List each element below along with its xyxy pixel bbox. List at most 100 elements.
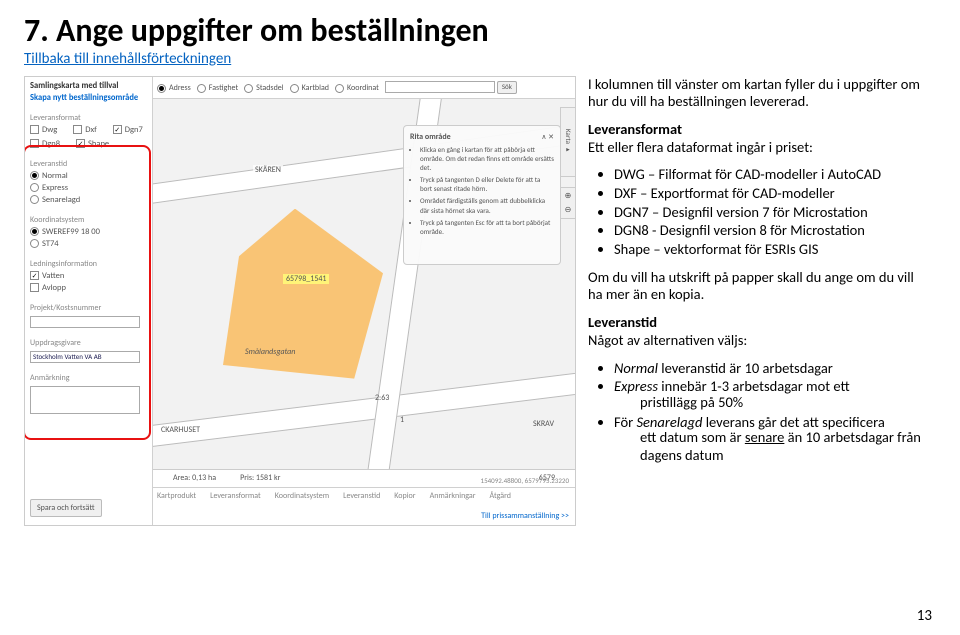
map-label-ratio: 2:63 — [373, 393, 391, 403]
section-leveranstid: Leveranstid — [30, 159, 147, 169]
help-title: Rita område — [410, 132, 451, 142]
zoom-in-icon[interactable]: ⊕ — [563, 191, 573, 201]
bottom-tabs: Kartprodukt Leveransformat Koordinatsyst… — [153, 487, 575, 505]
radio-sweref-label: SWEREF99 18 00 — [42, 227, 100, 237]
radio-stadsdel-label: Stadsdel — [256, 83, 283, 93]
radio-st74[interactable] — [30, 239, 39, 248]
tab-koordinatsystem[interactable]: Koordinatsystem — [275, 491, 329, 501]
radio-express-label: Express — [42, 183, 68, 193]
radio-st74-label: ST74 — [42, 239, 59, 249]
radio-koordinat-label: Koordinat — [347, 83, 379, 93]
help-line: Området färdigställs genom att dubbelkli… — [420, 196, 554, 214]
radio-express[interactable] — [30, 183, 39, 192]
tab-kartprodukt[interactable]: Kartprodukt — [157, 491, 196, 501]
map-label-skrav: SKRAV — [531, 419, 556, 429]
fmt-item: DGN7 – Designfil version 7 för Microstat… — [614, 204, 930, 222]
cb-dgn7-label: Dgn7 — [125, 125, 143, 135]
cb-avlopp[interactable] — [30, 283, 39, 292]
tab-leveransformat[interactable]: Leveransformat — [210, 491, 261, 501]
map-label-ckarhuset: CKARHUSET — [159, 425, 202, 435]
radio-senarelagd-label: Senarelagd — [42, 195, 80, 205]
save-continue-button[interactable]: Spara och fortsätt — [30, 499, 102, 517]
map-label-parcel: 65798_1541 — [283, 274, 329, 284]
price-value: Pris: 1581 kr — [240, 473, 280, 483]
intro-paragraph: I kolumnen till vänster om kartan fyller… — [588, 76, 930, 111]
app-screenshot: Samlingskarta med tillval Skapa nytt bes… — [24, 76, 576, 526]
cb-dwg[interactable] — [30, 125, 39, 134]
radio-stadsdel[interactable] — [244, 84, 253, 93]
tab-atgard[interactable]: Åtgärd — [490, 491, 511, 501]
sidebar-title: Samlingskarta med tillval — [30, 81, 147, 91]
tid-item: Express innebär 1-3 arbetsdagar mot ettp… — [614, 378, 930, 411]
cb-dgn8-label: Dgn8 — [42, 139, 60, 149]
radio-adress-label: Adress — [169, 83, 191, 93]
map-label-1: 1 — [398, 415, 406, 425]
uppdragsgivare-select[interactable]: Stockholm Vatten VA AB — [30, 351, 140, 363]
cb-dxf[interactable] — [73, 125, 82, 134]
tid-item: För Senarelagd leverans går det att spec… — [614, 414, 930, 465]
create-area-link[interactable]: Skapa nytt beställningsområde — [30, 93, 147, 103]
radio-fastighet[interactable] — [197, 84, 206, 93]
cb-shape-label: Shape — [88, 139, 109, 149]
toc-link[interactable]: Tillbaka till innehållsförteckningen — [24, 50, 231, 68]
map-canvas[interactable]: SKÄREN 18 65798_1541 Smålandsgatan 2:63 … — [153, 99, 575, 487]
map-topbar: Adress Fastighet Stadsdel Kartblad Koord… — [153, 77, 575, 99]
coord-readout: 154092.48800, 6579795.23220 — [481, 476, 569, 485]
search-input[interactable] — [385, 81, 495, 93]
help-line: Tryck på tangenten Esc för att ta bort p… — [420, 218, 554, 236]
help-line: Klicka en gång i kartan för att påbörja … — [420, 145, 554, 172]
draw-help-panel: Rita område ∧ ✕ Klicka en gång i kartan … — [403, 125, 561, 265]
section-projekt: Projekt/Kostsnummer — [30, 303, 147, 313]
radio-normal[interactable] — [30, 171, 39, 180]
cb-dgn7[interactable] — [113, 125, 122, 134]
fmt-item: DGN8 - Designfil version 8 för Microstat… — [614, 222, 930, 240]
tab-kopior[interactable]: Kopior — [394, 491, 415, 501]
projekt-input[interactable] — [30, 316, 140, 328]
cb-vatten[interactable] — [30, 271, 39, 280]
karta-tab[interactable]: Karta ▸ — [560, 107, 575, 177]
section-koordinatsystem: Koordinatsystem — [30, 215, 147, 225]
search-button[interactable]: Sök — [497, 81, 517, 94]
tid-list: Normal leveranstid är 10 arbetsdagar Exp… — [588, 360, 930, 465]
radio-senarelagd[interactable] — [30, 195, 39, 204]
fmt-list: DWG – Filformat för CAD-modeller i AutoC… — [588, 166, 930, 258]
cb-avlopp-label: Avlopp — [42, 283, 66, 293]
fmt-item: DWG – Filformat för CAD-modeller i AutoC… — [614, 166, 930, 184]
tid-item: Normal leveranstid är 10 arbetsdagar — [614, 360, 930, 378]
map-label-street: Smålandsgatan — [243, 347, 297, 357]
tab-anmarkningar[interactable]: Anmärkningar — [430, 491, 476, 501]
tid-lead: Något av alternativen väljs: — [588, 331, 747, 349]
cb-vatten-label: Vatten — [42, 271, 64, 281]
help-close-icon[interactable]: ∧ ✕ — [541, 132, 554, 145]
tab-leveranstid[interactable]: Leveranstid — [343, 491, 380, 501]
tid-head: Leveranstid — [588, 313, 657, 331]
print-paragraph: Om du vill ha utskrift på papper skall d… — [588, 269, 930, 304]
radio-adress[interactable] — [157, 84, 166, 93]
fmt-head: Leveransformat — [588, 120, 682, 138]
instruction-text: I kolumnen till vänster om kartan fyller… — [588, 76, 936, 526]
radio-kartblad[interactable] — [290, 84, 299, 93]
help-line: Tryck på tangenten D eller Delete för at… — [420, 175, 554, 193]
radio-fastighet-label: Fastighet — [209, 83, 238, 93]
radio-kartblad-label: Kartblad — [302, 83, 329, 93]
map-label-skaren: SKÄREN — [253, 165, 283, 175]
radio-normal-label: Normal — [42, 171, 68, 181]
page-number: 13 — [917, 607, 932, 625]
cb-dwg-label: Dwg — [42, 125, 57, 135]
anmarkning-textarea[interactable] — [30, 386, 140, 414]
area-value: Area: 0,13 ha — [173, 473, 216, 483]
cb-dxf-label: Dxf — [85, 125, 97, 135]
radio-sweref[interactable] — [30, 227, 39, 236]
order-sidebar: Samlingskarta med tillval Skapa nytt bes… — [25, 77, 153, 525]
zoom-controls: ⊕ ⊖ — [560, 187, 575, 219]
cb-shape[interactable] — [76, 139, 85, 148]
page-heading: 7. Ange uppgifter om beställningen — [24, 14, 936, 48]
zoom-out-icon[interactable]: ⊖ — [563, 205, 573, 215]
section-uppdragsgivare: Uppdragsgivare — [30, 338, 147, 348]
fmt-item: Shape – vektorformat för ESRIs GIS — [614, 241, 930, 259]
cb-dgn8[interactable] — [30, 139, 39, 148]
radio-koordinat[interactable] — [335, 84, 344, 93]
price-summary-link[interactable]: Till prissammanställning >> — [481, 511, 569, 521]
fmt-item: DXF – Exportformat för CAD-modeller — [614, 185, 930, 203]
fmt-lead: Ett eller flera dataformat ingår i prise… — [588, 138, 813, 156]
